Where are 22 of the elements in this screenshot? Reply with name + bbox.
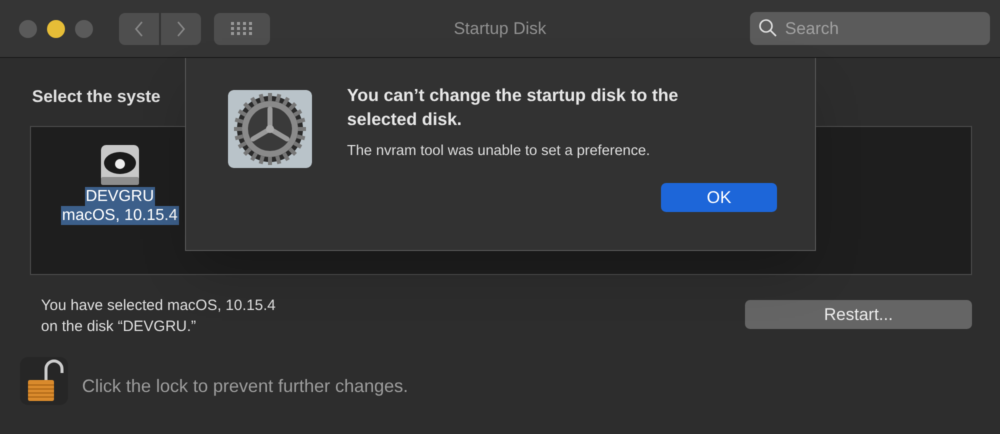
gear-icon	[228, 90, 312, 168]
search-icon	[758, 18, 778, 38]
chevron-left-icon	[134, 20, 144, 38]
search-field[interactable]: Search	[750, 12, 990, 45]
forward-button[interactable]	[161, 12, 201, 44]
alert-title: You can’t change the startup disk to the selected disk.	[347, 84, 680, 131]
lock-hint: Click the lock to prevent further changes.	[82, 374, 408, 398]
window-control[interactable]	[47, 20, 65, 38]
disk-system[interactable]: macOS, 10.15.4	[61, 206, 179, 225]
show-all-button[interactable]	[214, 12, 270, 44]
ok-button[interactable]: OK	[661, 182, 777, 212]
selection-text: on the disk “DEVGRU.”	[41, 317, 198, 337]
grid-icon	[231, 22, 253, 36]
section-heading: Select the syste	[32, 86, 161, 108]
back-button[interactable]	[119, 12, 159, 44]
window-title: Startup Disk	[454, 18, 546, 40]
selection-text: You have selected macOS, 10.15.4	[41, 296, 276, 316]
disk-name[interactable]: DEVGRU	[84, 187, 156, 206]
restart-button[interactable]: Restart...	[745, 300, 972, 329]
chevron-right-icon	[176, 20, 186, 38]
open-padlock-icon[interactable]	[20, 357, 68, 405]
alert-message: The nvram tool was unable to set a preference.	[347, 142, 652, 161]
